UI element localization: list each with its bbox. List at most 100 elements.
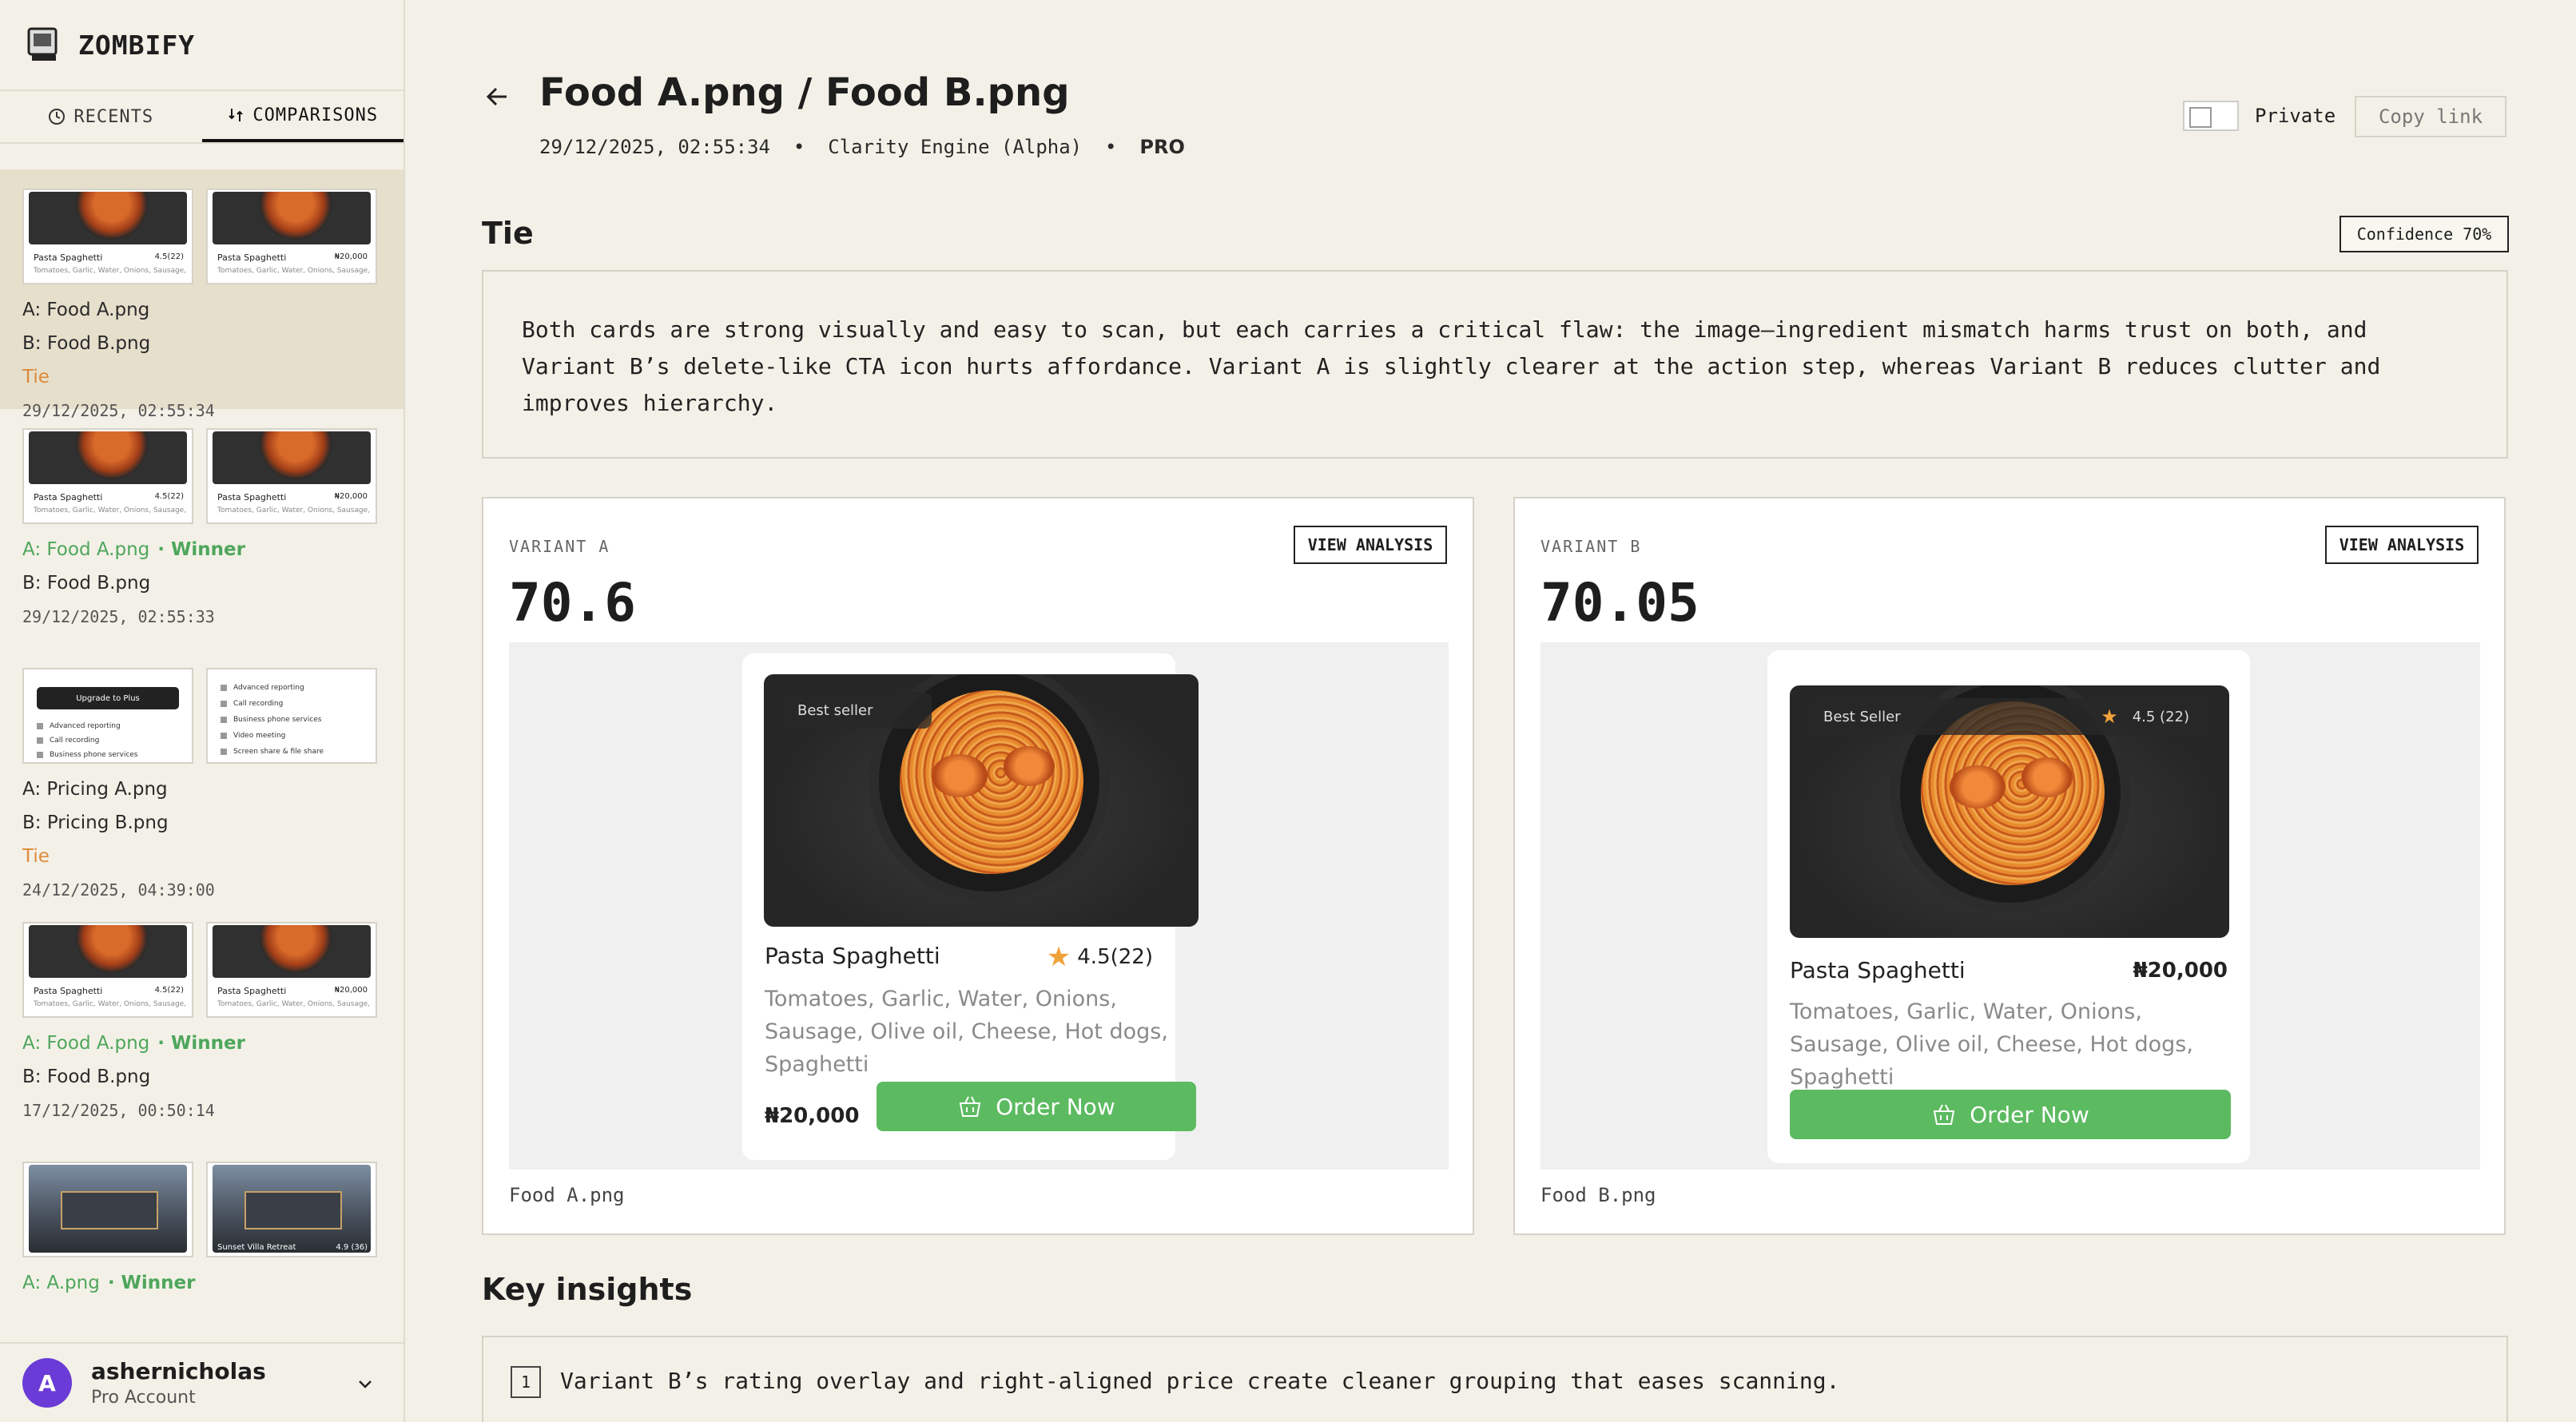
brand[interactable]: ZOMBIFY [0, 0, 403, 91]
order-now-label: Order Now [1970, 1101, 2089, 1128]
item-date: 17/12/2025, 00:50:14 [22, 1101, 215, 1120]
food-name: Pasta Spaghetti [765, 943, 940, 969]
item-date: 29/12/2025, 02:55:33 [22, 607, 215, 626]
variant-preview: Best Seller ★ 4.5 (22) Pasta Spaghetti ₦… [1540, 642, 2480, 1170]
main-content: Food A.png / Food B.png 29/12/2025, 02:5… [405, 0, 2576, 1422]
thumbnails: Sunset Villa Retreat 4.9 (36) [22, 1162, 381, 1257]
order-now-label: Order Now [996, 1093, 1115, 1120]
page-title: Food A.png / Food B.png [539, 70, 1070, 115]
thumb-meta: ₦20,000 [334, 252, 368, 261]
star-icon: ★ [2101, 705, 2118, 728]
thumbnail-b: Advanced reporting Call recording Busine… [206, 668, 377, 764]
variant-file-name: Food A.png [509, 1184, 625, 1206]
thumb-line: Business phone services [221, 716, 322, 724]
food-card-preview: Best Seller ★ 4.5 (22) Pasta Spaghetti ₦… [1767, 650, 2250, 1163]
thumb-sub: Tomatoes, Garlic, Water, Onions, Sausage… [34, 1000, 187, 1008]
private-switch[interactable] [2183, 101, 2239, 131]
copy-link-button[interactable]: Copy link [2355, 96, 2506, 137]
thumb-meta: 4.5(22) [154, 986, 184, 995]
insight-number: 1 [511, 1366, 541, 1398]
user-plan: Pro Account [91, 1388, 196, 1408]
tab-recents[interactable]: RECENTS [0, 91, 202, 142]
private-toggle[interactable]: Private [2183, 101, 2335, 131]
chevron-down-icon[interactable] [356, 1374, 375, 1393]
account-menu[interactable]: A ashernicholas Pro Account [0, 1342, 403, 1422]
order-now-button[interactable]: Order Now [1790, 1090, 2231, 1139]
item-variant-b: B: Food B.png [22, 333, 151, 354]
engine-name: Clarity Engine (Alpha) [828, 136, 1083, 158]
tab-comparisons-label: COMPARISONS [252, 105, 379, 125]
order-now-button[interactable]: Order Now [877, 1082, 1196, 1131]
variant-score: 70.6 [509, 572, 636, 634]
food-price: ₦20,000 [765, 1104, 860, 1128]
comparison-date: 29/12/2025, 02:55:34 [539, 136, 770, 158]
list-item[interactable]: Pasta Spaghetti 4.5(22) Tomatoes, Garlic… [0, 169, 403, 420]
key-insights-title: Key insights [482, 1272, 693, 1307]
item-variant-a: A: Food A.png · Winner [22, 535, 381, 564]
view-analysis-button[interactable]: VIEW ANALYSIS [2325, 526, 2479, 564]
list-item[interactable]: Pasta Spaghetti 4.5(22) Tomatoes, Garlic… [0, 903, 403, 1142]
item-variant-a: A: Pricing A.png [22, 779, 168, 800]
thumb-title: Pasta Spaghetti [217, 986, 287, 996]
item-variant-b: B: Pricing B.png [22, 812, 169, 833]
rating-overlay: ★ 4.5 (22) [2101, 705, 2189, 728]
thumb-line: Business phone services [37, 751, 138, 759]
item-variant-a: A: Food A.png · Winner [22, 1029, 381, 1058]
verdict-summary: Both cards are strong visually and easy … [482, 270, 2508, 459]
thumb-button: Upgrade to Plus [37, 687, 179, 709]
sidebar: ZOMBIFY RECENTS COMPARISONS Pasta Spaghe… [0, 0, 405, 1422]
thumb-sub: Tomatoes, Garlic, Water, Onions, Sausage… [34, 267, 187, 275]
verdict-result: Tie [482, 216, 534, 251]
thumb-title: Pasta Spaghetti [34, 492, 103, 502]
thumbnail-a: Pasta Spaghetti 4.5(22) Tomatoes, Garlic… [22, 189, 193, 284]
food-rating: ★ 4.5(22) [1047, 941, 1153, 973]
thumb-title: Pasta Spaghetti [217, 252, 287, 263]
variant-b-card: VARIANT B VIEW ANALYSIS 70.05 Best Selle… [1513, 497, 2506, 1235]
private-label: Private [2255, 105, 2336, 127]
food-ingredients: Tomatoes, Garlic, Water, Onions, Sausage… [765, 987, 1168, 1077]
thumb-line: Advanced reporting [221, 684, 304, 692]
thumb-meta: ₦20,000 [334, 986, 368, 995]
item-variant-b: B: Food B.png [22, 573, 151, 594]
thumbnail-b: Pasta Spaghetti ₦20,000 Tomatoes, Garlic… [206, 428, 377, 524]
item-result: Tie [22, 367, 50, 387]
thumbnail-b: Pasta Spaghetti ₦20,000 Tomatoes, Garlic… [206, 189, 377, 284]
back-arrow-icon[interactable] [483, 81, 513, 112]
variant-a-card: VARIANT A VIEW ANALYSIS 70.6 Best seller… [482, 497, 1474, 1235]
thumb-meta: 4.9 (36) [336, 1243, 368, 1252]
item-variant-a-label: A: A.png [22, 1273, 100, 1293]
food-ingredients: Tomatoes, Garlic, Water, Onions, Sausage… [1790, 999, 2193, 1090]
list-item[interactable]: Pasta Spaghetti 4.5(22) Tomatoes, Garlic… [0, 409, 403, 649]
food-photo: Best Seller ★ 4.5 (22) [1790, 685, 2229, 938]
item-variant-a-label: A: Food A.png [22, 539, 150, 560]
view-analysis-button[interactable]: VIEW ANALYSIS [1294, 526, 1447, 564]
winner-badge: · Winner [107, 1273, 196, 1293]
tab-comparisons[interactable]: COMPARISONS [201, 91, 403, 142]
tab-recents-label: RECENTS [74, 106, 154, 127]
best-seller-badge: Best seller [780, 692, 932, 729]
thumb-title: Pasta Spaghetti [34, 252, 103, 263]
clock-icon [49, 109, 66, 125]
thumb-line: Advanced reporting [37, 722, 121, 730]
thumbnail-a: Pasta Spaghetti 4.5(22) Tomatoes, Garlic… [22, 428, 193, 524]
list-item[interactable]: Upgrade to Plus Advanced reporting Call … [0, 649, 403, 903]
item-variant-b: B: Food B.png [22, 1066, 151, 1087]
thumbnails: Pasta Spaghetti 4.5(22) Tomatoes, Garlic… [22, 189, 381, 284]
thumb-title: Pasta Spaghetti [217, 492, 287, 502]
thumb-meta: ₦20,000 [334, 492, 368, 501]
thumbnail-a [22, 1162, 193, 1257]
thumb-title: Pasta Spaghetti [34, 986, 103, 996]
app-name: ZOMBIFY [78, 29, 196, 61]
variant-preview: Best seller Pasta Spaghetti ★ 4.5(22) To… [509, 642, 1449, 1170]
variant-label: VARIANT A [509, 537, 610, 556]
thumb-line: Call recording [37, 737, 99, 745]
thumb-sub: Tomatoes, Garlic, Water, Onions, Sausage… [217, 267, 371, 275]
star-icon: ★ [1046, 941, 1071, 973]
user-info: ashernicholas Pro Account [91, 1358, 266, 1408]
winner-badge: · Winner [157, 539, 245, 560]
meta-separator: • [1105, 136, 1117, 158]
best-seller-badge: Best Seller [1823, 708, 1901, 725]
comparison-meta: 29/12/2025, 02:55:34 • Clarity Engine (A… [539, 136, 1185, 158]
thumbnail-b: Sunset Villa Retreat 4.9 (36) [206, 1162, 377, 1257]
winner-badge: · Winner [157, 1033, 245, 1054]
